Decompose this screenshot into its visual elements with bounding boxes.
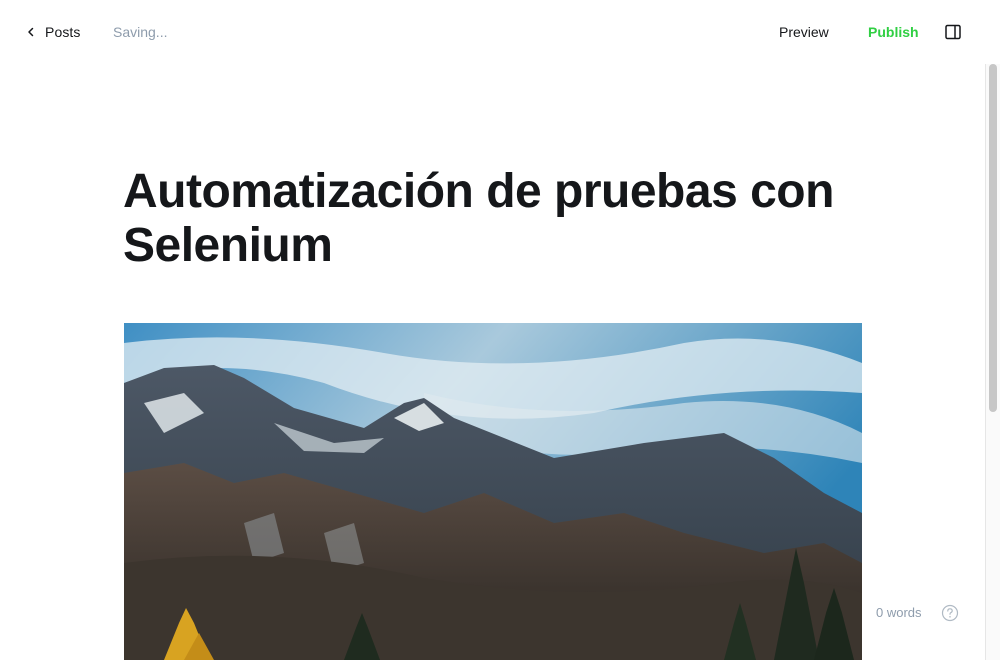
- preview-button[interactable]: Preview: [779, 24, 829, 40]
- save-status: Saving...: [113, 24, 168, 40]
- post-editor: Automatización de pruebas con Selenium: [123, 165, 863, 273]
- editor-top-bar: Posts Saving... Preview Publish: [0, 0, 1000, 64]
- scrollbar-thumb[interactable]: [989, 64, 997, 412]
- question-circle-icon: [941, 604, 959, 622]
- back-link-label: Posts: [45, 24, 81, 40]
- chevron-left-icon: [28, 27, 34, 37]
- editor-scrollbar[interactable]: [985, 64, 1000, 660]
- word-count: 0 words: [876, 605, 922, 620]
- mountain-landscape-image: [124, 323, 862, 660]
- feature-image[interactable]: [124, 323, 862, 660]
- sidebar-toggle-icon: [945, 24, 961, 40]
- help-button[interactable]: [941, 604, 959, 622]
- settings-sidebar-toggle[interactable]: [944, 23, 964, 43]
- back-to-posts-link[interactable]: Posts: [26, 22, 81, 42]
- publish-button[interactable]: Publish: [868, 24, 919, 40]
- post-title[interactable]: Automatización de pruebas con Selenium: [123, 165, 863, 273]
